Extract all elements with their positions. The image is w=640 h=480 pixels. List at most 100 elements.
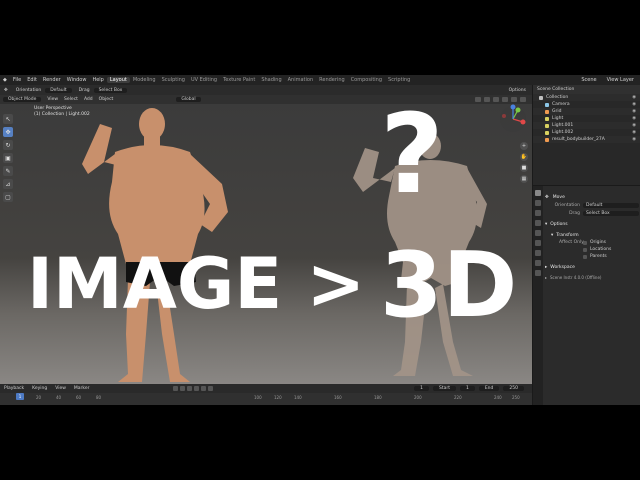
menu-window[interactable]: Window: [64, 77, 90, 83]
add-cube-tool-icon[interactable]: ▢: [3, 192, 13, 202]
scale-tool-icon[interactable]: ▣: [3, 153, 13, 163]
transform-orientation-dropdown[interactable]: Global: [176, 97, 201, 102]
render-tab-icon[interactable]: [535, 200, 541, 206]
workspace-tab-animation[interactable]: Animation: [285, 77, 317, 83]
options-dropdown[interactable]: Options: [505, 88, 532, 93]
workspace-tab-scripting[interactable]: Scripting: [385, 77, 413, 83]
axis-gizmo-icon[interactable]: [498, 104, 528, 134]
workspace-tab-sculpting[interactable]: Sculpting: [159, 77, 188, 83]
camera-view-icon[interactable]: ■: [520, 164, 528, 172]
shading-render-icon[interactable]: [520, 97, 526, 102]
transform-section-header[interactable]: ▾ Transform: [545, 231, 639, 239]
play-reverse-icon[interactable]: [187, 386, 193, 391]
menu-file[interactable]: File: [10, 77, 24, 83]
move-tool-button[interactable]: ✥: [3, 127, 13, 137]
outliner-row-grid[interactable]: Grid ◉: [533, 108, 640, 115]
workspace-tab-shading[interactable]: Shading: [258, 77, 284, 83]
select-tool-icon[interactable]: ↖: [3, 114, 13, 124]
scene-selector[interactable]: Scene: [581, 77, 596, 83]
options-section-header[interactable]: ▾ Options: [545, 220, 639, 228]
move-tool-icon[interactable]: ✥: [0, 88, 12, 93]
orientation-select[interactable]: Default: [583, 203, 639, 208]
scene-tab-icon[interactable]: [535, 230, 541, 236]
jump-start-icon[interactable]: [173, 386, 179, 391]
checkbox-label: Origins: [590, 240, 606, 245]
workspace-tab-compositing[interactable]: Compositing: [348, 77, 385, 83]
drag-dropdown[interactable]: Select Box: [93, 87, 128, 93]
eye-icon[interactable]: ◉: [632, 95, 640, 100]
workspace-tab-rendering[interactable]: Rendering: [316, 77, 348, 83]
current-frame-field[interactable]: 1: [414, 386, 429, 391]
viewport-menu-select[interactable]: Select: [61, 97, 81, 102]
outliner-row-light[interactable]: Light ◉: [533, 115, 640, 122]
object-tab-icon[interactable]: [535, 250, 541, 256]
next-keyframe-icon[interactable]: [201, 386, 207, 391]
outliner-root[interactable]: Scene Collection: [537, 87, 574, 92]
eye-icon[interactable]: ◉: [632, 109, 640, 114]
outliner-row-collection[interactable]: Collection ◉: [533, 94, 640, 101]
timeline-menu-playback[interactable]: Playback: [0, 386, 28, 391]
affect-only-origins[interactable]: Affect Only Origins: [545, 239, 639, 246]
view-layer-tab-icon[interactable]: [535, 220, 541, 226]
menu-render[interactable]: Render: [40, 77, 64, 83]
section-title: Transform: [556, 232, 579, 238]
world-tab-icon[interactable]: [535, 240, 541, 246]
timeline-menu-marker[interactable]: Marker: [70, 386, 94, 391]
playhead[interactable]: 1: [16, 393, 24, 400]
jump-end-icon[interactable]: [208, 386, 214, 391]
annotate-tool-icon[interactable]: ✎: [3, 166, 13, 176]
outliner-row-light-002[interactable]: Light.002 ◉: [533, 129, 640, 136]
shading-solid-icon[interactable]: [502, 97, 508, 102]
xray-icon[interactable]: [484, 97, 490, 102]
shading-wire-icon[interactable]: [493, 97, 499, 102]
play-icon[interactable]: [194, 386, 200, 391]
eye-icon[interactable]: ◉: [632, 102, 640, 107]
shading-material-icon[interactable]: [511, 97, 517, 102]
timeline-menu-view[interactable]: View: [51, 386, 70, 391]
measure-tool-icon[interactable]: ⊿: [3, 179, 13, 189]
zoom-icon[interactable]: +: [520, 142, 528, 150]
affect-only-parents[interactable]: Parents: [545, 253, 639, 260]
view-layer-selector[interactable]: View Layer: [607, 77, 634, 83]
outliner-row-camera[interactable]: Camera ◉: [533, 101, 640, 108]
outliner-row-light-001[interactable]: Light.001 ◉: [533, 122, 640, 129]
prev-keyframe-icon[interactable]: [180, 386, 186, 391]
blender-logo-icon[interactable]: ◆: [0, 77, 10, 83]
eye-icon[interactable]: ◉: [632, 130, 640, 135]
overlay-icon[interactable]: [475, 97, 481, 102]
pan-hand-icon[interactable]: ✋: [520, 153, 528, 161]
rotate-tool-icon[interactable]: ↻: [3, 140, 13, 150]
object-mode-dropdown[interactable]: Object Mode: [3, 97, 42, 102]
viewport-menu-add[interactable]: Add: [81, 97, 96, 102]
workspace-tab-uv-editing[interactable]: UV Editing: [188, 77, 220, 83]
eye-icon[interactable]: ◉: [632, 123, 640, 128]
workspace-tab-modeling[interactable]: Modeling: [130, 77, 159, 83]
affect-only-locations[interactable]: Locations: [545, 246, 639, 253]
checkbox[interactable]: [583, 247, 587, 252]
timeline-menu-keying[interactable]: Keying: [28, 386, 51, 391]
viewport-menu-view[interactable]: View: [44, 97, 61, 102]
menu-edit[interactable]: Edit: [24, 77, 40, 83]
drag-select[interactable]: Select Box: [583, 211, 639, 216]
navigation-gizmo[interactable]: [498, 104, 528, 134]
workspace-tab-texture-paint[interactable]: Texture Paint: [220, 77, 258, 83]
checkbox[interactable]: [583, 254, 587, 259]
checkbox[interactable]: [583, 240, 587, 245]
menu-help[interactable]: Help: [89, 77, 106, 83]
workspace-section-header[interactable]: ▸ Workspace: [545, 263, 639, 271]
output-tab-icon[interactable]: [535, 210, 541, 216]
timeline-ruler[interactable]: 1 20 40 60 80 100 120 140 160 180 200 22…: [0, 393, 532, 405]
outliner-row-bodybuilder[interactable]: result_bodybuilder_27A ◉: [533, 136, 640, 143]
modifier-tab-icon[interactable]: [535, 260, 541, 266]
eye-icon[interactable]: ◉: [632, 116, 640, 121]
orientation-dropdown[interactable]: Default: [45, 87, 72, 93]
orientation-label: Orientation: [15, 87, 42, 93]
tool-tab-icon[interactable]: [535, 190, 541, 196]
end-frame-field[interactable]: 250: [503, 386, 524, 391]
physics-tab-icon[interactable]: [535, 270, 541, 276]
viewport-menu-object[interactable]: Object: [96, 97, 117, 102]
start-frame-field[interactable]: 1: [459, 386, 475, 391]
workspace-tab-layout[interactable]: Layout: [106, 77, 130, 83]
perspective-toggle-icon[interactable]: ▦: [520, 175, 528, 183]
eye-icon[interactable]: ◉: [632, 137, 640, 142]
